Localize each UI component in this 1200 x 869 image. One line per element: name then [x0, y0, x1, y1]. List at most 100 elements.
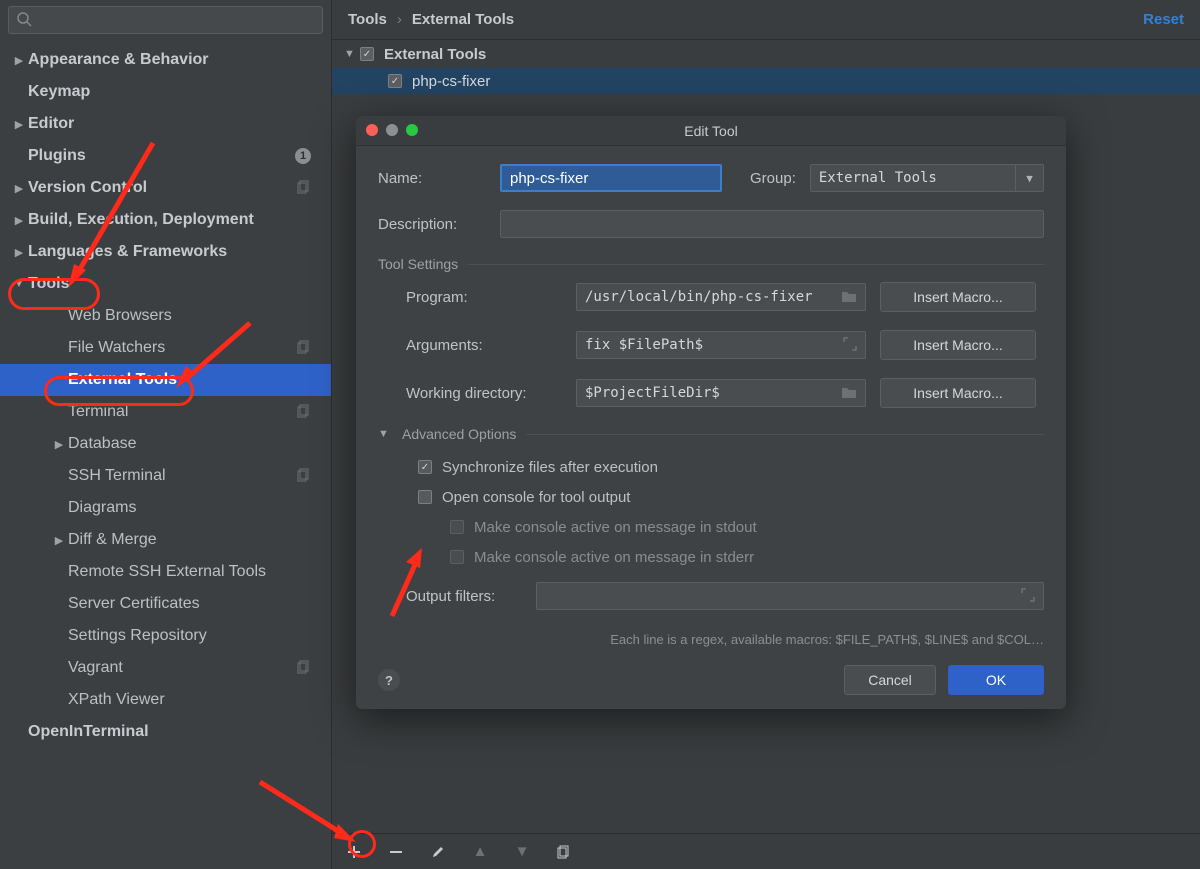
sidebar-item-label: Plugins — [28, 147, 86, 165]
stdout-checkbox — [450, 520, 464, 534]
sidebar-item-label: Build, Execution, Deployment — [28, 211, 254, 229]
sidebar-item-tools[interactable]: ▼Tools — [0, 268, 331, 300]
sidebar-item-file-watchers[interactable]: ▶File Watchers — [0, 332, 331, 364]
window-controls[interactable] — [366, 124, 418, 136]
sidebar-item-editor[interactable]: ▶Editor — [0, 108, 331, 140]
sidebar-item-ssh-terminal[interactable]: ▶SSH Terminal — [0, 460, 331, 492]
close-icon[interactable] — [366, 124, 378, 136]
sidebar-item-version-control[interactable]: ▶Version Control — [0, 172, 331, 204]
sidebar-item-vagrant[interactable]: ▶Vagrant — [0, 652, 331, 684]
insert-macro-workdir-button[interactable]: Insert Macro... — [880, 378, 1036, 408]
sidebar-item-terminal[interactable]: ▶Terminal — [0, 396, 331, 428]
cancel-button[interactable]: Cancel — [844, 665, 936, 695]
program-label: Program: — [406, 289, 576, 306]
sidebar-item-label: Version Control — [28, 179, 147, 197]
sidebar-item-label: External Tools — [68, 371, 177, 389]
expand-icon[interactable] — [843, 337, 857, 351]
sync-checkbox[interactable]: ✓ — [418, 460, 432, 474]
workdir-label: Working directory: — [406, 385, 576, 402]
move-down-button[interactable]: ▼ — [510, 840, 534, 864]
copy-button[interactable] — [552, 840, 576, 864]
caret-down-icon: ▼ — [344, 48, 360, 60]
sidebar-item-xpath-viewer[interactable]: ▶XPath Viewer — [0, 684, 331, 716]
caret-down-icon: ▼ — [10, 278, 28, 290]
console-checkbox[interactable] — [418, 490, 432, 504]
sidebar-item-appearance-behavior[interactable]: ▶Appearance & Behavior — [0, 44, 331, 76]
name-label: Name: — [378, 170, 500, 187]
sidebar-item-remote-ssh-external-tools[interactable]: ▶Remote SSH External Tools — [0, 556, 331, 588]
sidebar-item-settings-repository[interactable]: ▶Settings Repository — [0, 620, 331, 652]
sidebar-item-diff-merge[interactable]: ▶Diff & Merge — [0, 524, 331, 556]
scope-icon — [297, 340, 311, 359]
sidebar-item-keymap[interactable]: ▶Keymap — [0, 76, 331, 108]
caret-right-icon: ▶ — [50, 534, 68, 547]
insert-macro-arguments-button[interactable]: Insert Macro... — [880, 330, 1036, 360]
name-field[interactable]: php-cs-fixer — [500, 164, 722, 192]
search-icon — [16, 11, 32, 27]
sidebar-item-label: Settings Repository — [68, 627, 207, 645]
group-combo[interactable]: External Tools ▼ — [810, 164, 1044, 192]
arguments-label: Arguments: — [406, 337, 576, 354]
sidebar-item-label: Database — [68, 435, 137, 453]
console-option[interactable]: Open console for tool output — [378, 482, 1044, 512]
edit-button[interactable] — [426, 840, 450, 864]
tool-group-row[interactable]: ▼ ✓ External Tools — [332, 40, 1200, 68]
sidebar-item-database[interactable]: ▶Database — [0, 428, 331, 460]
sidebar-item-languages-frameworks[interactable]: ▶Languages & Frameworks — [0, 236, 331, 268]
caret-right-icon: ▶ — [10, 118, 28, 131]
ok-button[interactable]: OK — [948, 665, 1044, 695]
folder-icon[interactable] — [841, 385, 857, 399]
sidebar-item-server-certificates[interactable]: ▶Server Certificates — [0, 588, 331, 620]
sidebar-item-plugins[interactable]: ▶Plugins1 — [0, 140, 331, 172]
dialog-title: Edit Tool — [684, 123, 737, 139]
folder-icon[interactable] — [841, 289, 857, 303]
remove-button[interactable] — [384, 840, 408, 864]
filters-hint: Each line is a regex, available macros: … — [378, 628, 1044, 657]
dialog-titlebar[interactable]: Edit Tool — [356, 116, 1066, 146]
group-name: External Tools — [384, 46, 486, 63]
sidebar-item-build-execution-deployment[interactable]: ▶Build, Execution, Deployment — [0, 204, 331, 236]
advanced-section[interactable]: ▼Advanced Options — [378, 426, 1044, 442]
sidebar-item-openinterminal[interactable]: ▶OpenInTerminal — [0, 716, 331, 748]
search-input[interactable] — [8, 6, 323, 34]
sidebar-item-diagrams[interactable]: ▶Diagrams — [0, 492, 331, 524]
tools-list: ▼ ✓ External Tools ✓ php-cs-fixer — [332, 40, 1200, 94]
caret-right-icon: ▶ — [10, 214, 28, 227]
sidebar-item-label: Editor — [28, 115, 74, 133]
scope-icon — [297, 468, 311, 487]
stdout-option: Make console active on message in stdout — [378, 512, 1044, 542]
add-button[interactable] — [342, 840, 366, 864]
description-field[interactable] — [500, 210, 1044, 238]
sidebar-item-label: Vagrant — [68, 659, 123, 677]
sidebar-item-external-tools[interactable]: ▶External Tools — [0, 364, 331, 396]
program-field[interactable]: /usr/local/bin/php-cs-fixer — [576, 283, 866, 311]
filters-field[interactable] — [536, 582, 1044, 610]
scope-icon — [297, 660, 311, 679]
sync-option[interactable]: ✓ Synchronize files after execution — [378, 452, 1044, 482]
move-up-button[interactable]: ▲ — [468, 840, 492, 864]
maximize-icon[interactable] — [406, 124, 418, 136]
sidebar-item-label: Keymap — [28, 83, 90, 101]
insert-macro-program-button[interactable]: Insert Macro... — [880, 282, 1036, 312]
caret-right-icon: ▶ — [10, 182, 28, 195]
settings-sidebar: ▶Appearance & Behavior▶Keymap▶Editor▶Plu… — [0, 0, 332, 869]
caret-right-icon: ▶ — [50, 438, 68, 451]
item-name: php-cs-fixer — [412, 73, 490, 90]
sidebar-item-label: Web Browsers — [68, 307, 172, 325]
group-checkbox[interactable]: ✓ — [360, 47, 374, 61]
tool-item-row[interactable]: ✓ php-cs-fixer — [332, 68, 1200, 94]
expand-icon[interactable] — [1021, 588, 1035, 602]
item-checkbox[interactable]: ✓ — [388, 74, 402, 88]
scope-icon — [297, 404, 311, 423]
sidebar-item-label: Languages & Frameworks — [28, 243, 227, 261]
sidebar-item-label: Terminal — [68, 403, 128, 421]
reset-link[interactable]: Reset — [1143, 11, 1184, 28]
settings-tree[interactable]: ▶Appearance & Behavior▶Keymap▶Editor▶Plu… — [0, 40, 331, 869]
workdir-field[interactable]: $ProjectFileDir$ — [576, 379, 866, 407]
sidebar-item-web-browsers[interactable]: ▶Web Browsers — [0, 300, 331, 332]
help-button[interactable]: ? — [378, 669, 400, 691]
breadcrumb-root[interactable]: Tools — [348, 11, 387, 28]
minimize-icon — [386, 124, 398, 136]
caret-right-icon: ▶ — [10, 54, 28, 67]
arguments-field[interactable]: fix $FilePath$ — [576, 331, 866, 359]
